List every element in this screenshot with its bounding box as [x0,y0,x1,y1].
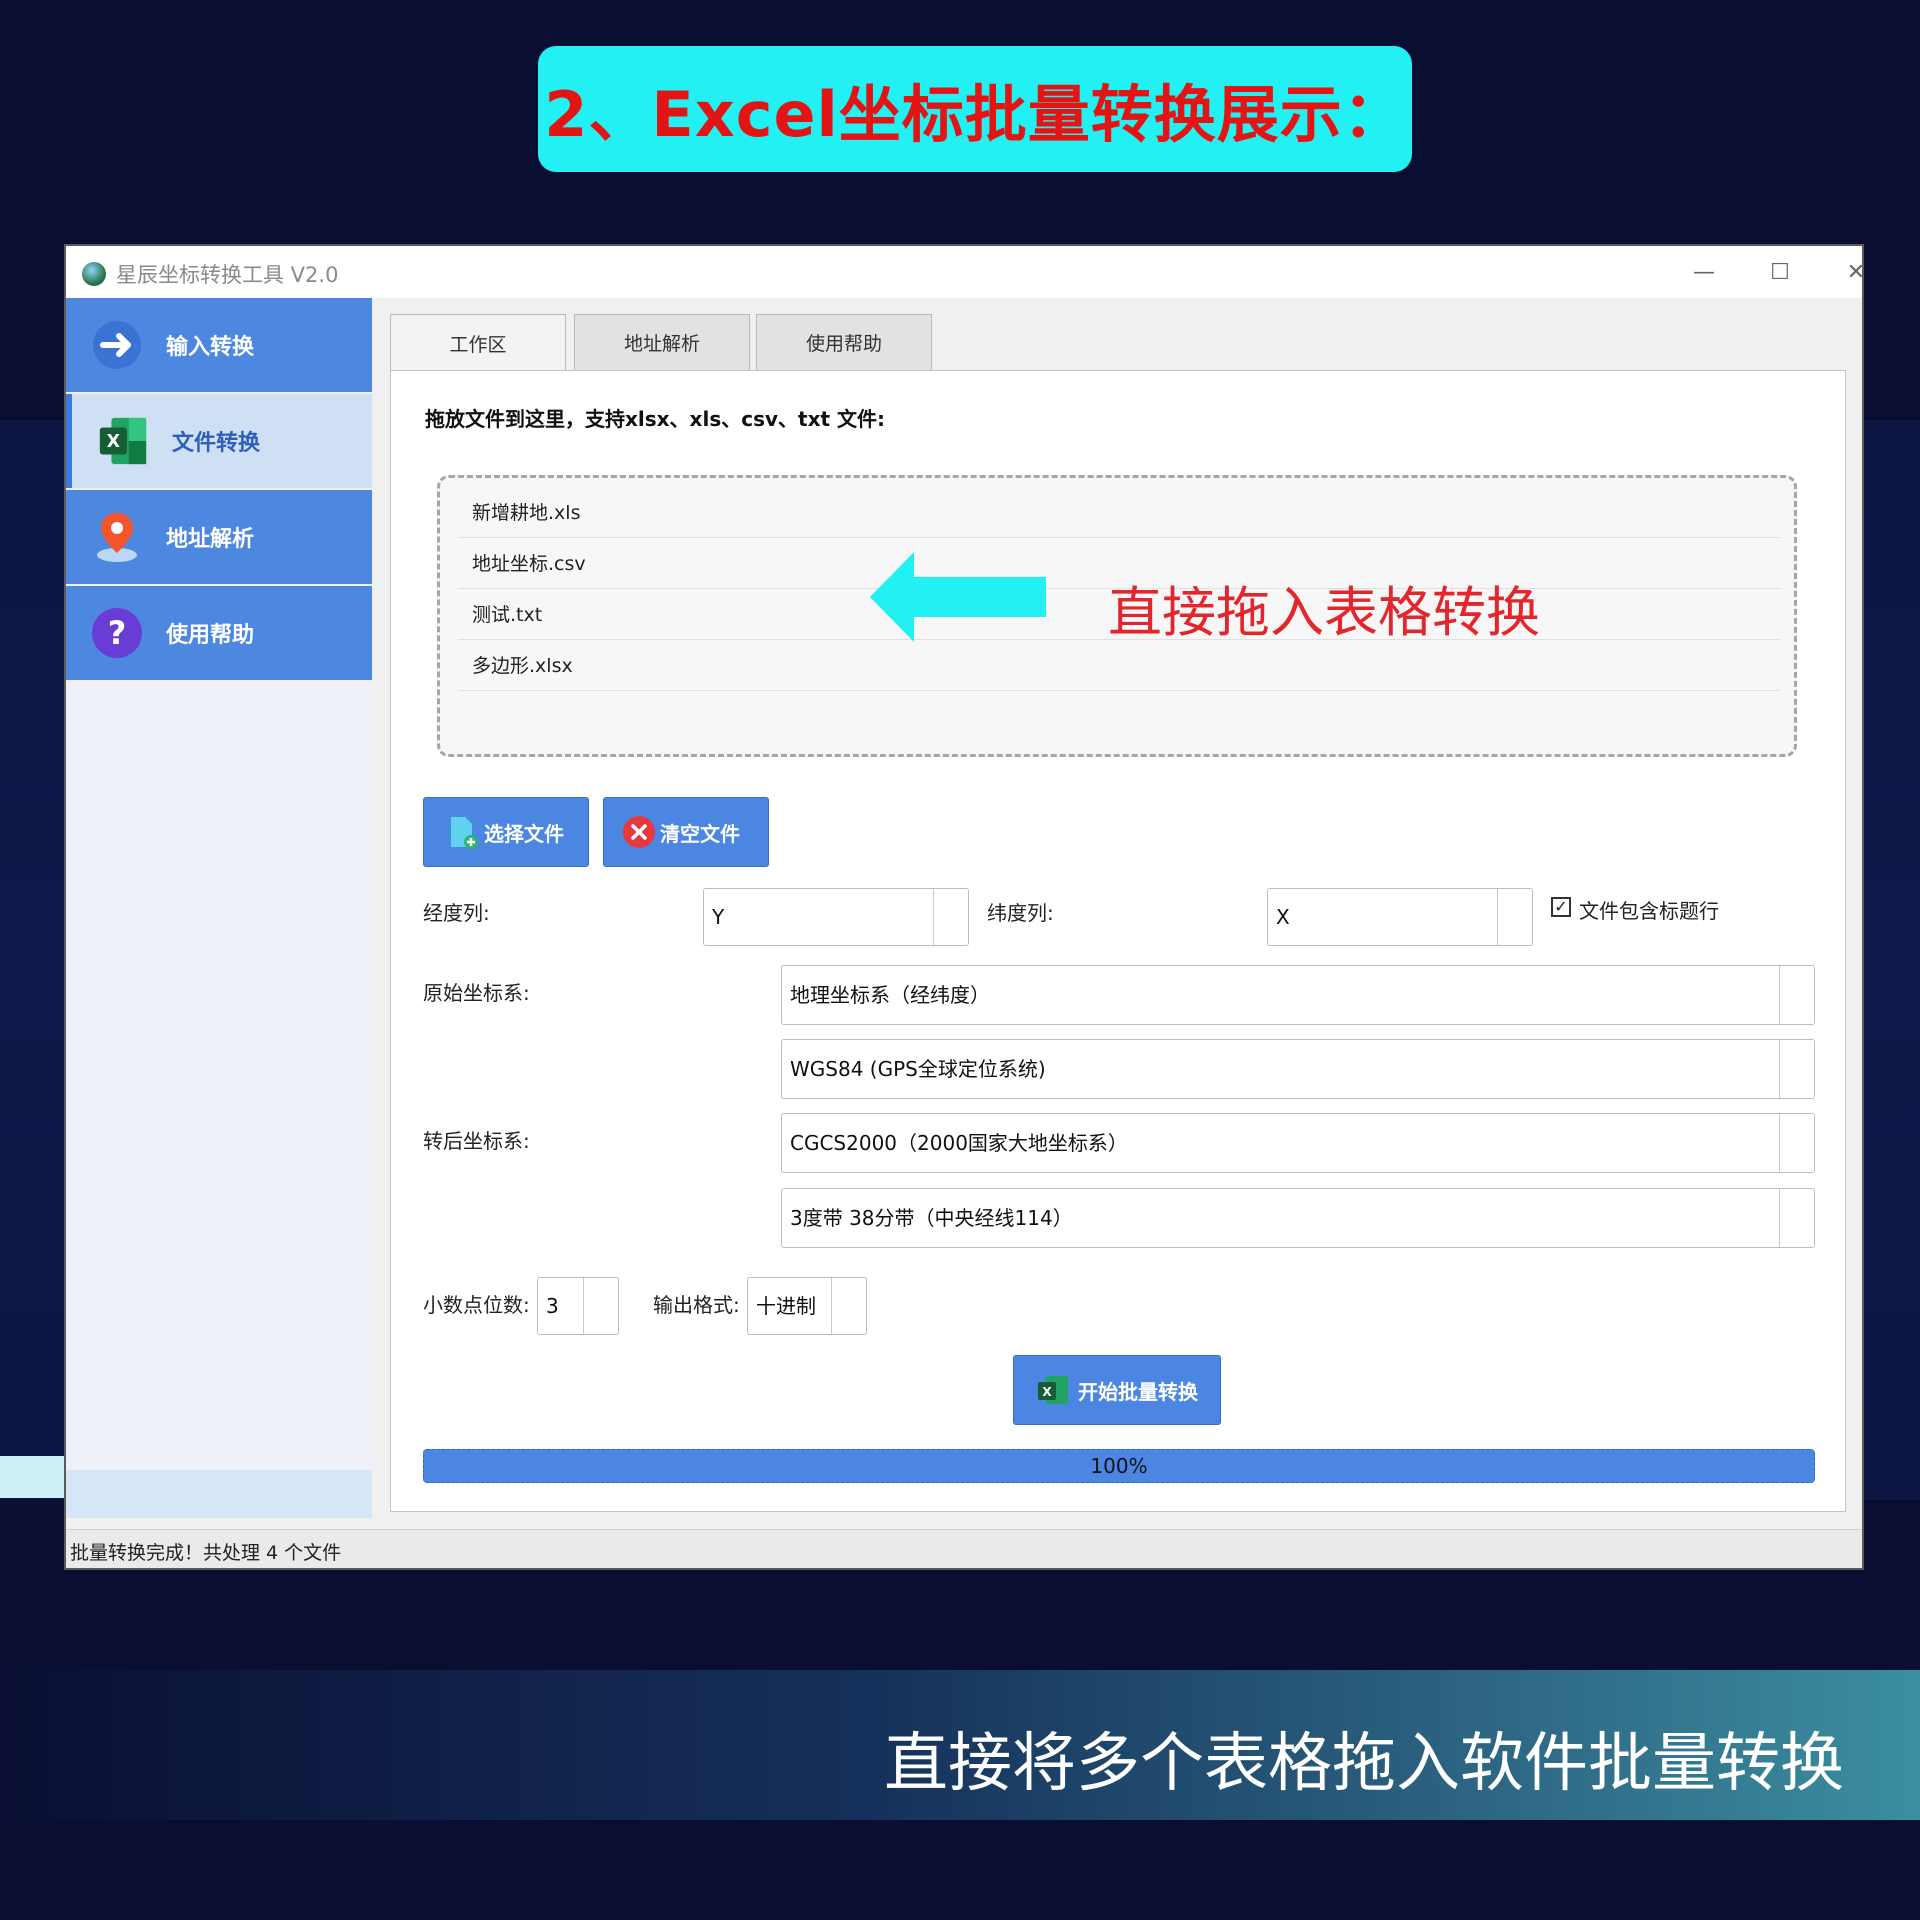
slide-title: 2、Excel坐标批量转换展示： [544,78,1406,151]
dropdown-arrow-icon[interactable] [1779,1040,1814,1098]
sidebar-item-help[interactable]: ? 使用帮助 [66,586,372,680]
source-crs-type-value: 地理坐标系（经纬度） [790,983,990,1007]
close-button[interactable]: ✕ [1828,254,1884,290]
target-zone-value: 3度带 38分带（中央经线114） [790,1206,1073,1230]
sidebar-item-address-parse[interactable]: 地址解析 [66,490,372,584]
output-format-value: 十进制 [756,1294,816,1318]
status-text: 批量转换完成！共处理 4 个文件 [70,1542,342,1564]
excel-icon: X [96,414,150,468]
dropdown-arrow-icon[interactable] [1779,1114,1814,1172]
sidebar-item-label: 文件转换 [172,431,261,456]
sidebar-item-file-convert[interactable]: X 文件转换 [66,394,372,488]
slide-title-box: 2、Excel坐标批量转换展示： [538,46,1412,172]
source-crs-type-select[interactable]: 地理坐标系（经纬度） [781,965,1815,1025]
target-datum-select[interactable]: CGCS2000（2000国家大地坐标系） [781,1113,1815,1173]
decimals-value: 3 [546,1294,559,1318]
output-format-select[interactable]: 十进制 [747,1277,867,1335]
minimize-button[interactable]: — [1676,254,1732,290]
lat-column-label: 纬度列: [987,901,1054,925]
start-batch-label: 开始批量转换 [1078,1379,1198,1404]
clear-file-label: 清空文件 [660,821,740,846]
decimals-spinbox[interactable]: 3 [537,1277,619,1335]
lon-column-select[interactable]: Y [703,888,969,946]
maximize-icon: ☐ [1770,259,1790,285]
sidebar: 输入转换 X 文件转换 地址解析 ? 使用帮助 [66,298,372,1518]
dropdown-arrow-icon[interactable] [1497,889,1532,945]
tab-help[interactable]: 使用帮助 [756,314,932,370]
progress-bar: 100% [423,1449,1815,1483]
select-file-label: 选择文件 [484,821,564,846]
source-datum-value: WGS84 (GPS全球定位系统) [790,1057,1046,1081]
tab-address-parse[interactable]: 地址解析 [574,314,750,370]
workspace-panel: 拖放文件到这里，支持xlsx、xls、csv、txt 文件: 新增耕地.xls … [390,370,1846,1512]
sidebar-item-label: 地址解析 [166,527,255,552]
output-format-label: 输出格式: [653,1293,740,1317]
close-icon: ✕ [1846,259,1866,285]
dropdown-arrow-icon[interactable] [1779,1189,1814,1247]
spin-arrow-icon[interactable] [583,1278,618,1334]
lon-column-label: 经度列: [423,901,490,925]
excel-icon: X [1036,1374,1070,1406]
file-list-item[interactable]: 多边形.xlsx [458,641,1780,691]
arrow-left-icon [870,552,1046,646]
clear-icon [622,815,656,849]
status-bar: 批量转换完成！共处理 4 个文件 [66,1529,1862,1568]
drop-hint: 拖放文件到这里，支持xlsx、xls、csv、txt 文件: [425,407,885,431]
dropdown-arrow-icon[interactable] [831,1278,866,1334]
file-dropzone[interactable]: 新增耕地.xls 地址坐标.csv 测试.txt 多边形.xlsx 直接拖入表格… [437,475,1797,757]
app-logo-icon [82,262,106,286]
tab-workspace[interactable]: 工作区 [390,314,566,372]
slide-caption: 直接将多个表格拖入软件批量转换 [884,1727,1844,1801]
dropdown-arrow-icon[interactable] [1779,966,1814,1024]
start-batch-button[interactable]: X 开始批量转换 [1013,1355,1221,1425]
titlebar: 星辰坐标转换工具 V2.0 — ☐ ✕ [66,246,1865,298]
clear-file-button[interactable]: 清空文件 [603,797,769,867]
drag-annotation: 直接拖入表格转换 [1108,581,1540,644]
target-zone-select[interactable]: 3度带 38分带（中央经线114） [781,1188,1815,1248]
decorative-strip [0,1456,66,1498]
minimize-icon: — [1693,259,1715,285]
file-list-item[interactable]: 新增耕地.xls [458,488,1780,538]
file-add-icon [448,815,478,849]
sidebar-item-label: 输入转换 [166,335,255,360]
help-icon: ? [90,606,144,660]
lon-column-value: Y [712,905,725,929]
maximize-button[interactable]: ☐ [1752,254,1808,290]
sidebar-item-label: 使用帮助 [166,623,255,648]
lat-column-value: X [1276,905,1290,929]
header-row-label: 文件包含标题行 [1579,899,1719,923]
app-window: 星辰坐标转换工具 V2.0 — ☐ ✕ 输入转换 X 文件转换 地址解析 ? 使… [64,244,1865,1570]
lat-column-select[interactable]: X [1267,888,1533,946]
select-file-button[interactable]: 选择文件 [423,797,589,867]
window-title: 星辰坐标转换工具 V2.0 [116,263,339,287]
sidebar-footer [66,1470,372,1518]
map-pin-icon [90,510,144,564]
target-crs-label: 转后坐标系: [423,1129,530,1153]
progress-text: 100% [1090,1454,1148,1478]
svg-text:?: ? [108,614,127,652]
target-datum-value: CGCS2000（2000国家大地坐标系） [790,1131,1128,1155]
source-datum-select[interactable]: WGS84 (GPS全球定位系统) [781,1039,1815,1099]
source-crs-label: 原始坐标系: [423,981,530,1005]
svg-text:X: X [107,432,121,452]
decimals-label: 小数点位数: [423,1293,530,1317]
arrow-right-icon [90,318,144,372]
header-row-checkbox[interactable]: ✓ [1551,897,1571,917]
sidebar-item-input-convert[interactable]: 输入转换 [66,298,372,392]
dropdown-arrow-icon[interactable] [933,889,968,945]
svg-text:X: X [1042,1385,1052,1399]
